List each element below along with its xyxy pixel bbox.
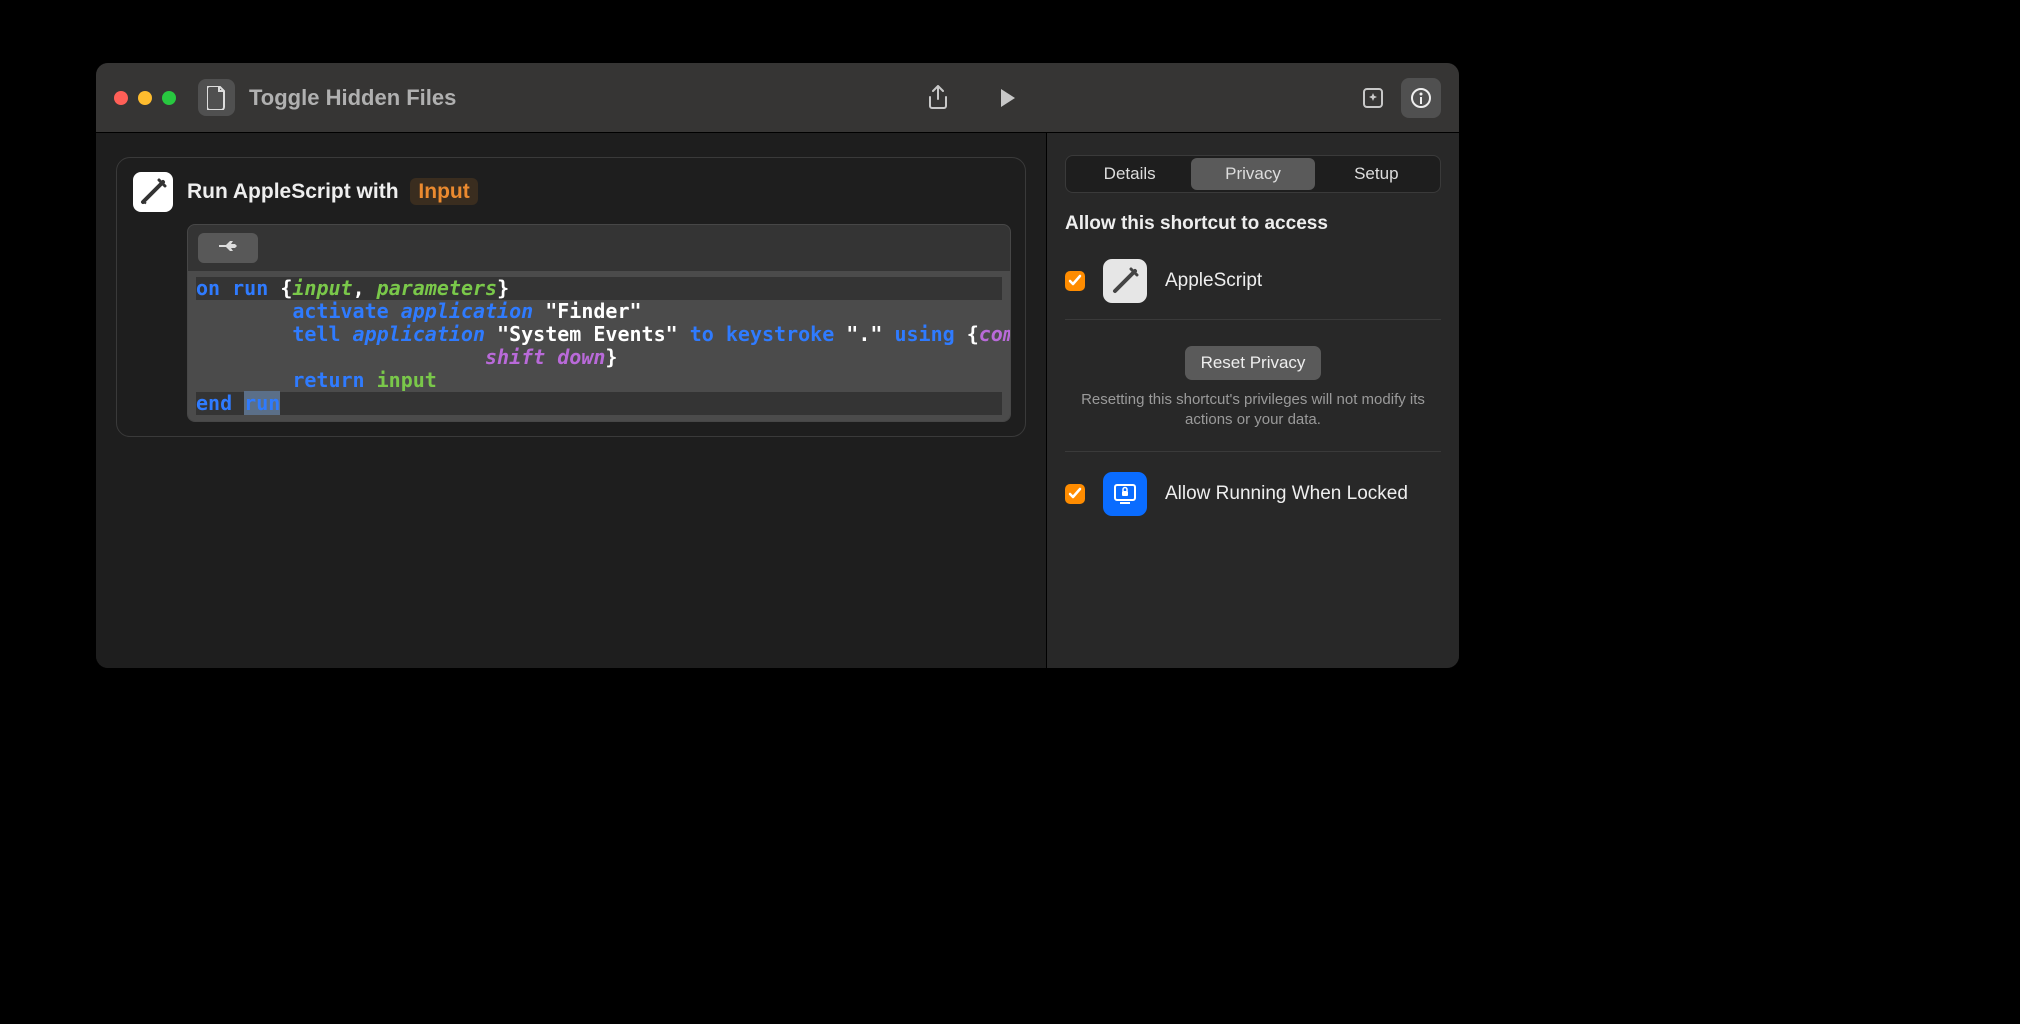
workflow-canvas: Run AppleScript with Input on run {input… <box>96 133 1046 668</box>
library-sparkle-icon[interactable] <box>1353 78 1393 118</box>
tab-details[interactable]: Details <box>1068 158 1191 190</box>
reset-privacy-note: Resetting this shortcut's privileges wil… <box>1073 390 1433 431</box>
permission-row-applescript: AppleScript <box>1065 255 1441 320</box>
inspector-sidebar: Details Privacy Setup Allow this shortcu… <box>1046 133 1459 668</box>
permission-label-applescript: AppleScript <box>1165 270 1262 292</box>
allow-when-locked-row: Allow Running When Locked <box>1065 472 1441 516</box>
code-line-3: tell application "System Events" to keys… <box>196 323 1002 346</box>
code-line-2: activate application "Finder" <box>196 300 1002 323</box>
zoom-window-button[interactable] <box>162 91 176 105</box>
script-body[interactable]: on run {input, parameters} activate appl… <box>188 271 1010 421</box>
shortcuts-editor-window: Toggle Hidden Files <box>96 63 1459 668</box>
run-applescript-action: Run AppleScript with Input on run {input… <box>116 157 1026 437</box>
code-line-4: shift down} <box>196 346 1002 369</box>
code-line-6: end run <box>196 392 1002 415</box>
tab-privacy[interactable]: Privacy <box>1191 158 1314 190</box>
document-icon <box>198 79 235 116</box>
script-editor: on run {input, parameters} activate appl… <box>187 224 1011 422</box>
privacy-section-label: Allow this shortcut to access <box>1065 213 1441 235</box>
input-token[interactable]: Input <box>410 178 477 205</box>
allow-when-locked-checkbox[interactable] <box>1065 484 1085 504</box>
traffic-lights <box>114 91 176 105</box>
action-title: Run AppleScript with Input <box>187 180 478 204</box>
inspector-titlebar <box>1046 63 1459 133</box>
code-line-1: on run {input, parameters} <box>196 277 1002 300</box>
tab-setup[interactable]: Setup <box>1315 158 1438 190</box>
action-title-text: Run AppleScript with <box>187 180 399 203</box>
reset-privacy-section: Reset Privacy Resetting this shortcut's … <box>1065 340 1441 452</box>
minimize-window-button[interactable] <box>138 91 152 105</box>
applescript-permission-icon <box>1103 259 1147 303</box>
script-toolbar <box>188 225 1010 271</box>
share-button[interactable] <box>918 78 958 118</box>
run-button[interactable] <box>988 78 1028 118</box>
permission-checkbox-applescript[interactable] <box>1065 271 1085 291</box>
info-inspector-button[interactable] <box>1401 78 1441 118</box>
close-window-button[interactable] <box>114 91 128 105</box>
inspector-tabs: Details Privacy Setup <box>1065 155 1441 193</box>
allow-when-locked-label: Allow Running When Locked <box>1165 483 1408 505</box>
action-header: Run AppleScript with Input <box>131 168 1011 224</box>
reset-privacy-button[interactable]: Reset Privacy <box>1185 346 1322 380</box>
window-title: Toggle Hidden Files <box>249 85 456 111</box>
titlebar: Toggle Hidden Files <box>96 63 1046 133</box>
code-line-5: return input <box>196 369 1002 392</box>
lock-screen-icon <box>1103 472 1147 516</box>
compile-button[interactable] <box>198 233 258 263</box>
applescript-app-icon <box>133 172 173 212</box>
